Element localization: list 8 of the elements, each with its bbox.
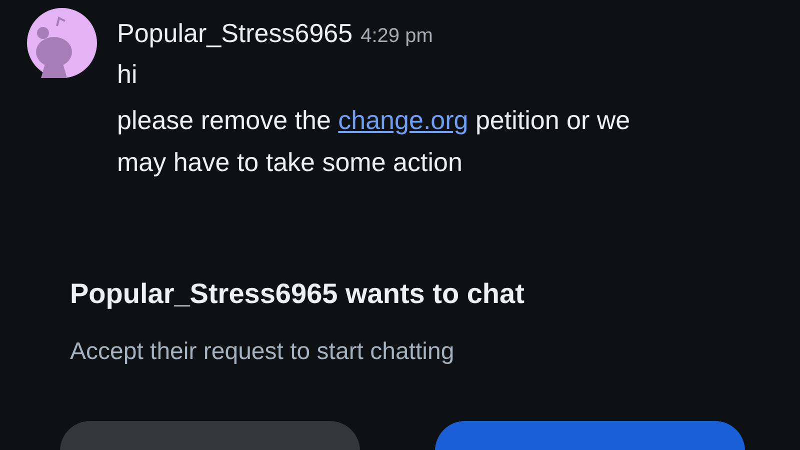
request-subtitle: Accept their request to start chatting bbox=[70, 338, 456, 366]
request-title: Popular_Stress6965 wants to chat bbox=[70, 278, 526, 310]
avatar-icon bbox=[27, 8, 97, 78]
message-text: hi bbox=[117, 58, 138, 91]
timestamp: 4:29 pm bbox=[360, 25, 433, 48]
message-text: please remove the change.org petition or we may have to take some action bbox=[117, 104, 632, 179]
link[interactable]: change.org bbox=[338, 105, 468, 135]
username[interactable]: Popular_Stress6965 bbox=[117, 18, 353, 49]
